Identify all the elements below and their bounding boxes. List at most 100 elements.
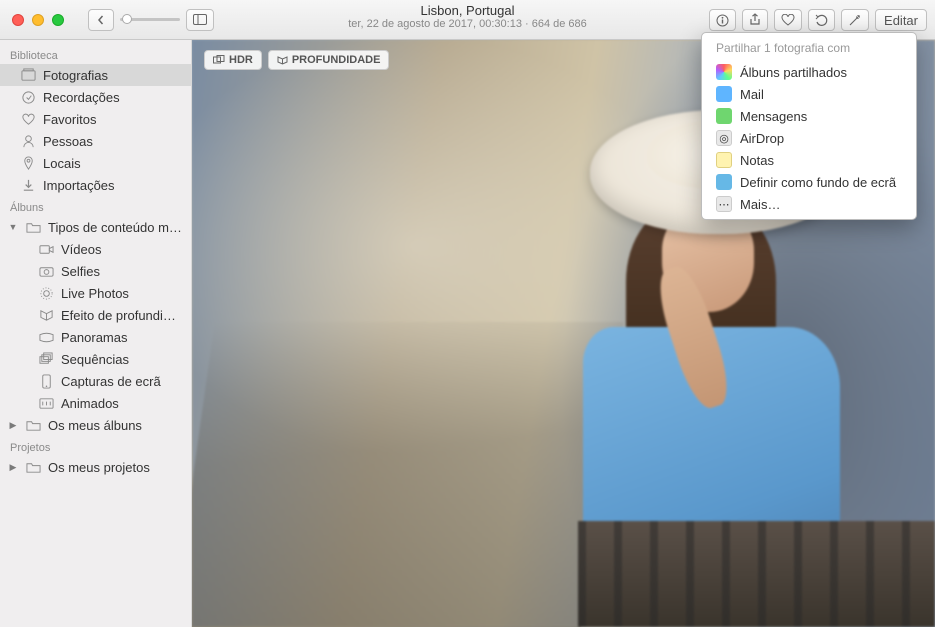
sidebar-item-animated[interactable]: Animados: [0, 392, 191, 414]
sidebar-item-my-albums[interactable]: ▶ Os meus álbuns: [0, 414, 191, 436]
sidebar-item-screenshots[interactable]: Capturas de ecrã: [0, 370, 191, 392]
share-item-label: Notas: [740, 153, 774, 168]
sidebar-item-label: Animados: [61, 396, 119, 411]
sidebar-item-people[interactable]: Pessoas: [0, 130, 191, 152]
share-item-label: AirDrop: [740, 131, 784, 146]
share-item-label: Mensagens: [740, 109, 807, 124]
minimize-window-button[interactable]: [32, 14, 44, 26]
pin-icon: [20, 155, 36, 171]
video-icon: [38, 241, 54, 257]
hdr-icon: [213, 55, 225, 65]
disclosure-closed-icon[interactable]: ▶: [8, 462, 18, 473]
memories-icon: [20, 89, 36, 105]
sidebar-item-label: Sequências: [61, 352, 129, 367]
info-icon: [716, 14, 729, 27]
sidebar-item-label: Vídeos: [61, 242, 101, 257]
zoom-slider[interactable]: [120, 18, 180, 21]
share-menu: Partilhar 1 fotografia com Álbuns partil…: [701, 32, 917, 220]
share-item-label: Definir como fundo de ecrã: [740, 175, 896, 190]
shared-albums-icon: [716, 64, 732, 80]
sidebar-item-selfies[interactable]: Selfies: [0, 260, 191, 282]
sidebar-item-livephotos[interactable]: Live Photos: [0, 282, 191, 304]
fullscreen-window-button[interactable]: [52, 14, 64, 26]
notes-icon: [716, 152, 732, 168]
wallpaper-icon: [716, 174, 732, 190]
photo-badges: HDR PROFUNDIDADE: [204, 50, 389, 70]
enhance-button[interactable]: [841, 9, 869, 31]
share-icon: [749, 13, 761, 27]
rotate-button[interactable]: [808, 9, 835, 31]
sidebar-item-label: Favoritos: [43, 112, 96, 127]
sidebar-item-label: Tipos de conteúdo m…: [48, 220, 182, 235]
disclosure-open-icon[interactable]: ▼: [8, 222, 18, 232]
mail-icon: [716, 86, 732, 102]
disclosure-closed-icon[interactable]: ▶: [8, 420, 18, 431]
heart-icon: [20, 111, 36, 127]
sidebar-item-label: Live Photos: [61, 286, 129, 301]
sidebar-item-depth[interactable]: Efeito de profundi…: [0, 304, 191, 326]
sidebar-item-label: Efeito de profundi…: [61, 308, 176, 323]
sidebar-item-videos[interactable]: Vídeos: [0, 238, 191, 260]
sidebar-item-bursts[interactable]: Sequências: [0, 348, 191, 370]
gif-icon: [38, 395, 54, 411]
sidebar-item-label: Capturas de ecrã: [61, 374, 161, 389]
heart-icon: [781, 14, 795, 26]
share-item-label: Mail: [740, 87, 764, 102]
info-button[interactable]: [709, 9, 736, 31]
messages-icon: [716, 108, 732, 124]
share-item-shared-albums[interactable]: Álbuns partilhados: [702, 61, 916, 83]
share-item-messages[interactable]: Mensagens: [702, 105, 916, 127]
sidebar-item-my-projects[interactable]: ▶ Os meus projetos: [0, 456, 191, 478]
share-item-notes[interactable]: Notas: [702, 149, 916, 171]
sidebar-item-favorites[interactable]: Favoritos: [0, 108, 191, 130]
livephoto-icon: [38, 285, 54, 301]
sidebar-item-memories[interactable]: Recordações: [0, 86, 191, 108]
depth-icon: [38, 307, 54, 323]
camera-icon: [38, 263, 54, 279]
sidebar-item-label: Panoramas: [61, 330, 127, 345]
panorama-icon: [38, 329, 54, 345]
back-button[interactable]: [88, 9, 114, 31]
edit-button[interactable]: Editar: [875, 9, 927, 31]
folder-icon: [25, 219, 41, 235]
share-item-airdrop[interactable]: ◎ AirDrop: [702, 127, 916, 149]
more-icon: ⋯: [716, 196, 732, 212]
folder-icon: [25, 459, 41, 475]
screenshot-icon: [38, 373, 54, 389]
sidebar-section-library: Biblioteca: [0, 44, 191, 64]
sidebar-item-label: Pessoas: [43, 134, 93, 149]
airdrop-icon: ◎: [716, 130, 732, 146]
share-item-label: Álbuns partilhados: [740, 65, 847, 80]
share-item-wallpaper[interactable]: Definir como fundo de ecrã: [702, 171, 916, 193]
folder-icon: [25, 417, 41, 433]
sidebar-item-label: Locais: [43, 156, 81, 171]
import-icon: [20, 177, 36, 193]
share-button[interactable]: [742, 9, 768, 31]
share-item-mail[interactable]: Mail: [702, 83, 916, 105]
sidebar-item-photos[interactable]: Fotografias: [0, 64, 191, 86]
depth-badge: PROFUNDIDADE: [268, 50, 390, 70]
sidebar-item-label: Selfies: [61, 264, 100, 279]
sidebar-item-label: Recordações: [43, 90, 120, 105]
sidebar-item-label: Importações: [43, 178, 115, 193]
rotate-icon: [815, 14, 828, 27]
chevron-left-icon: [96, 15, 106, 25]
sidebar-item-places[interactable]: Locais: [0, 152, 191, 174]
sidebar-item-imports[interactable]: Importações: [0, 174, 191, 196]
edit-label: Editar: [884, 13, 918, 28]
close-window-button[interactable]: [12, 14, 24, 26]
depth-icon: [277, 55, 288, 66]
favorite-button[interactable]: [774, 9, 802, 31]
window-controls: [0, 14, 64, 26]
share-item-more[interactable]: ⋯ Mais…: [702, 193, 916, 215]
photos-icon: [20, 67, 36, 83]
burst-icon: [38, 351, 54, 367]
sidebar-section-projects: Projetos: [0, 436, 191, 456]
sidebar-item-media-types[interactable]: ▼ Tipos de conteúdo m…: [0, 216, 191, 238]
sidebar-item-panoramas[interactable]: Panoramas: [0, 326, 191, 348]
magic-wand-icon: [848, 14, 862, 27]
share-item-label: Mais…: [740, 197, 780, 212]
sidebar-item-label: Fotografias: [43, 68, 108, 83]
sidebar-item-label: Os meus álbuns: [48, 418, 142, 433]
sidebar-toggle-button[interactable]: [186, 9, 214, 31]
